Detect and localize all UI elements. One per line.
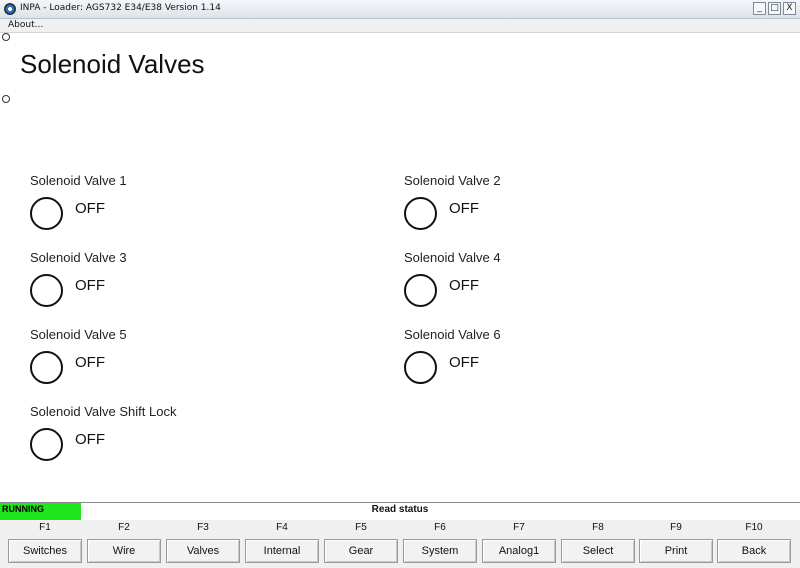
bmw-logo-icon bbox=[4, 3, 16, 15]
valve-state: OFF bbox=[75, 354, 105, 371]
valve-label: Solenoid Valve 2 bbox=[404, 173, 501, 188]
valve-3: Solenoid Valve 3 OFF bbox=[30, 250, 330, 320]
maximize-button[interactable]: □ bbox=[768, 2, 781, 15]
minimize-button[interactable]: _ bbox=[753, 2, 766, 15]
fkey-label: F5 bbox=[355, 522, 367, 533]
fkey-label: F4 bbox=[276, 522, 288, 533]
close-button[interactable]: X bbox=[783, 2, 796, 15]
valve-label: Solenoid Valve Shift Lock bbox=[30, 404, 177, 419]
fkey-f7: F7 Analog1 bbox=[482, 520, 556, 568]
menu-bar: About... bbox=[0, 19, 800, 33]
fkey-f8: F8 Select bbox=[561, 520, 635, 568]
print-button[interactable]: Print bbox=[639, 539, 713, 563]
valve-label: Solenoid Valve 3 bbox=[30, 250, 127, 265]
valve-state: OFF bbox=[449, 277, 479, 294]
status-indicator-icon bbox=[404, 197, 437, 230]
valve-state: OFF bbox=[75, 200, 105, 217]
fkey-f4: F4 Internal bbox=[245, 520, 319, 568]
valve-state: OFF bbox=[75, 277, 105, 294]
system-button[interactable]: System bbox=[403, 539, 477, 563]
valve-label: Solenoid Valve 6 bbox=[404, 327, 501, 342]
fkey-label: F9 bbox=[670, 522, 682, 533]
fkey-label: F6 bbox=[434, 522, 446, 533]
menu-about[interactable]: About... bbox=[8, 20, 43, 30]
fkey-f2: F2 Wire bbox=[87, 520, 161, 568]
valve-state: OFF bbox=[75, 431, 105, 448]
valve-label: Solenoid Valve 1 bbox=[30, 173, 127, 188]
fkey-label: F2 bbox=[118, 522, 130, 533]
valve-5: Solenoid Valve 5 OFF bbox=[30, 327, 330, 397]
main-panel: Solenoid Valves Solenoid Valve 1 OFF Sol… bbox=[0, 33, 800, 502]
wire-button[interactable]: Wire bbox=[87, 539, 161, 563]
fkey-label: F10 bbox=[745, 522, 763, 533]
select-button[interactable]: Select bbox=[561, 539, 635, 563]
window-title: INPA - Loader: AGS732 E34/E38 Version 1.… bbox=[20, 3, 221, 13]
page-title: Solenoid Valves bbox=[20, 49, 205, 79]
fkey-f10: F10 Back bbox=[717, 520, 791, 568]
valve-state: OFF bbox=[449, 354, 479, 371]
status-indicator-icon bbox=[404, 274, 437, 307]
analog1-button[interactable]: Analog1 bbox=[482, 539, 556, 563]
valve-2: Solenoid Valve 2 OFF bbox=[404, 173, 704, 243]
valve-4: Solenoid Valve 4 OFF bbox=[404, 250, 704, 320]
function-key-bar: F1 Switches F2 Wire F3 Valves F4 Interna… bbox=[0, 520, 800, 568]
gear-button[interactable]: Gear bbox=[324, 539, 398, 563]
fkey-f9: F9 Print bbox=[639, 520, 713, 568]
switches-button[interactable]: Switches bbox=[8, 539, 82, 563]
fkey-f3: F3 Valves bbox=[166, 520, 240, 568]
fkey-f1: F1 Switches bbox=[8, 520, 82, 568]
status-indicator-icon bbox=[404, 351, 437, 384]
status-bar: RUNNING Read status bbox=[0, 502, 800, 523]
back-button[interactable]: Back bbox=[717, 539, 791, 563]
status-indicator-icon bbox=[30, 428, 63, 461]
status-indicator-icon bbox=[30, 274, 63, 307]
fkey-f6: F6 System bbox=[403, 520, 477, 568]
status-message: Read status bbox=[371, 504, 429, 515]
radio-option-icon[interactable] bbox=[2, 33, 10, 41]
fkey-label: F8 bbox=[592, 522, 604, 533]
status-indicator-icon bbox=[30, 351, 63, 384]
fkey-f5: F5 Gear bbox=[324, 520, 398, 568]
valve-label: Solenoid Valve 4 bbox=[404, 250, 501, 265]
fkey-label: F1 bbox=[39, 522, 51, 533]
internal-button[interactable]: Internal bbox=[245, 539, 319, 563]
valve-label: Solenoid Valve 5 bbox=[30, 327, 127, 342]
valve-shift-lock: Solenoid Valve Shift Lock OFF bbox=[30, 404, 330, 474]
valve-state: OFF bbox=[449, 200, 479, 217]
status-indicator-icon bbox=[30, 197, 63, 230]
valve-1: Solenoid Valve 1 OFF bbox=[30, 173, 330, 243]
fkey-label: F3 bbox=[197, 522, 209, 533]
title-bar: INPA - Loader: AGS732 E34/E38 Version 1.… bbox=[0, 0, 800, 19]
valve-6: Solenoid Valve 6 OFF bbox=[404, 327, 704, 397]
radio-option-icon[interactable] bbox=[2, 95, 10, 103]
valves-button[interactable]: Valves bbox=[166, 539, 240, 563]
fkey-label: F7 bbox=[513, 522, 525, 533]
